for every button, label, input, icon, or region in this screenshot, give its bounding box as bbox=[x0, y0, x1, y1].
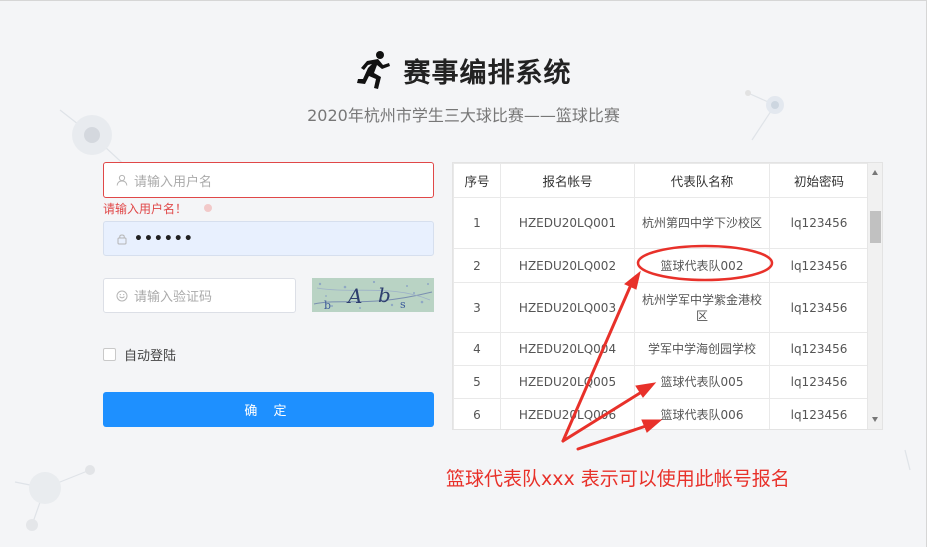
cell-password: lq123456 bbox=[769, 332, 869, 366]
cell-account: HZEDU20LQ002 bbox=[500, 248, 635, 283]
title-row: 赛事编排系统 bbox=[0, 50, 927, 90]
cell-password: lq123456 bbox=[769, 248, 869, 283]
col-header-team: 代表队名称 bbox=[634, 163, 770, 198]
password-input[interactable]: •••••• bbox=[103, 221, 434, 256]
cell-account: HZEDU20LQ004 bbox=[500, 332, 635, 366]
scroll-up-icon[interactable] bbox=[872, 170, 878, 175]
scroll-thumb[interactable] bbox=[870, 211, 881, 243]
cell-account: HZEDU20LQ001 bbox=[500, 197, 635, 249]
cell-account: HZEDU20LQ006 bbox=[500, 398, 635, 429]
cell-password: lq123456 bbox=[769, 365, 869, 399]
scroll-down-icon[interactable] bbox=[872, 417, 878, 422]
table-row: 5 HZEDU20LQ005 篮球代表队005 lq123456 bbox=[453, 365, 869, 399]
cell-no: 5 bbox=[453, 365, 501, 399]
captcha-image[interactable]: b A b s bbox=[312, 278, 434, 312]
col-header-no: 序号 bbox=[453, 163, 501, 198]
cell-team: 篮球代表队005 bbox=[634, 365, 770, 399]
auto-login-label: 自动登陆 bbox=[124, 349, 177, 364]
cell-password: lq123456 bbox=[769, 197, 869, 249]
cell-account: HZEDU20LQ005 bbox=[500, 365, 635, 399]
cell-no: 2 bbox=[453, 248, 501, 283]
cell-no: 4 bbox=[453, 332, 501, 366]
cell-no: 1 bbox=[453, 197, 501, 249]
table-row: 2 HZEDU20LQ002 篮球代表队002 lq123456 bbox=[453, 248, 869, 283]
cell-team: 篮球代表队006 bbox=[634, 398, 770, 429]
cell-account: HZEDU20LQ003 bbox=[500, 282, 635, 333]
runner-icon bbox=[356, 51, 390, 89]
user-icon bbox=[116, 174, 128, 186]
table-scrollbar[interactable] bbox=[867, 163, 882, 429]
header: 赛事编排系统 2020年杭州市学生三大球比赛——篮球比赛 bbox=[0, 50, 927, 126]
svg-text:b: b bbox=[324, 299, 331, 312]
table-row: 6 HZEDU20LQ006 篮球代表队006 lq123456 bbox=[453, 398, 869, 429]
confirm-button[interactable]: 确 定 bbox=[103, 392, 434, 427]
col-header-account: 报名帐号 bbox=[500, 163, 635, 198]
annotation-caption: 篮球代表队xxx 表示可以使用此帐号报名 bbox=[446, 468, 790, 490]
account-table: 序号 报名帐号 代表队名称 初始密码 1 HZEDU20LQ001 杭州第四中学… bbox=[453, 163, 869, 429]
username-error: 请输入用户名！ bbox=[103, 202, 188, 216]
shield-icon bbox=[116, 290, 128, 301]
cell-no: 6 bbox=[453, 398, 501, 429]
username-placeholder: 请输入用户名 bbox=[134, 174, 213, 190]
cell-password: lq123456 bbox=[769, 398, 869, 429]
checkbox-box[interactable] bbox=[103, 348, 116, 361]
svg-text:s: s bbox=[400, 298, 406, 311]
captcha-placeholder: 请输入验证码 bbox=[134, 290, 213, 305]
cell-password: lq123456 bbox=[769, 282, 869, 333]
cell-team: 学军中学海创园学校 bbox=[634, 332, 770, 366]
captcha-input[interactable]: 请输入验证码 bbox=[103, 278, 296, 313]
captcha-char-b: b bbox=[378, 283, 391, 307]
page-subtitle: 2020年杭州市学生三大球比赛——篮球比赛 bbox=[307, 106, 620, 125]
password-value: •••••• bbox=[134, 230, 194, 247]
cell-team: 篮球代表队002 bbox=[634, 248, 770, 283]
cell-no: 3 bbox=[453, 282, 501, 333]
table-row: 3 HZEDU20LQ003 杭州学军中学紫金港校区 lq123456 bbox=[453, 282, 869, 333]
cell-team: 杭州第四中学下沙校区 bbox=[634, 197, 770, 249]
cell-team: 杭州学军中学紫金港校区 bbox=[634, 282, 770, 333]
auto-login-checkbox[interactable]: 自动登陆 bbox=[103, 345, 176, 364]
table-header-row: 序号 报名帐号 代表队名称 初始密码 bbox=[453, 163, 869, 198]
captcha-char-a: A bbox=[346, 284, 362, 308]
account-table-panel: 序号 报名帐号 代表队名称 初始密码 1 HZEDU20LQ001 杭州第四中学… bbox=[452, 162, 883, 430]
username-input[interactable]: 请输入用户名 bbox=[103, 162, 434, 198]
lock-icon bbox=[117, 234, 127, 244]
page-title: 赛事编排系统 bbox=[403, 57, 572, 89]
table-row: 1 HZEDU20LQ001 杭州第四中学下沙校区 lq123456 bbox=[453, 197, 869, 249]
table-row: 4 HZEDU20LQ004 学军中学海创园学校 lq123456 bbox=[453, 332, 869, 366]
col-header-password: 初始密码 bbox=[769, 163, 869, 198]
